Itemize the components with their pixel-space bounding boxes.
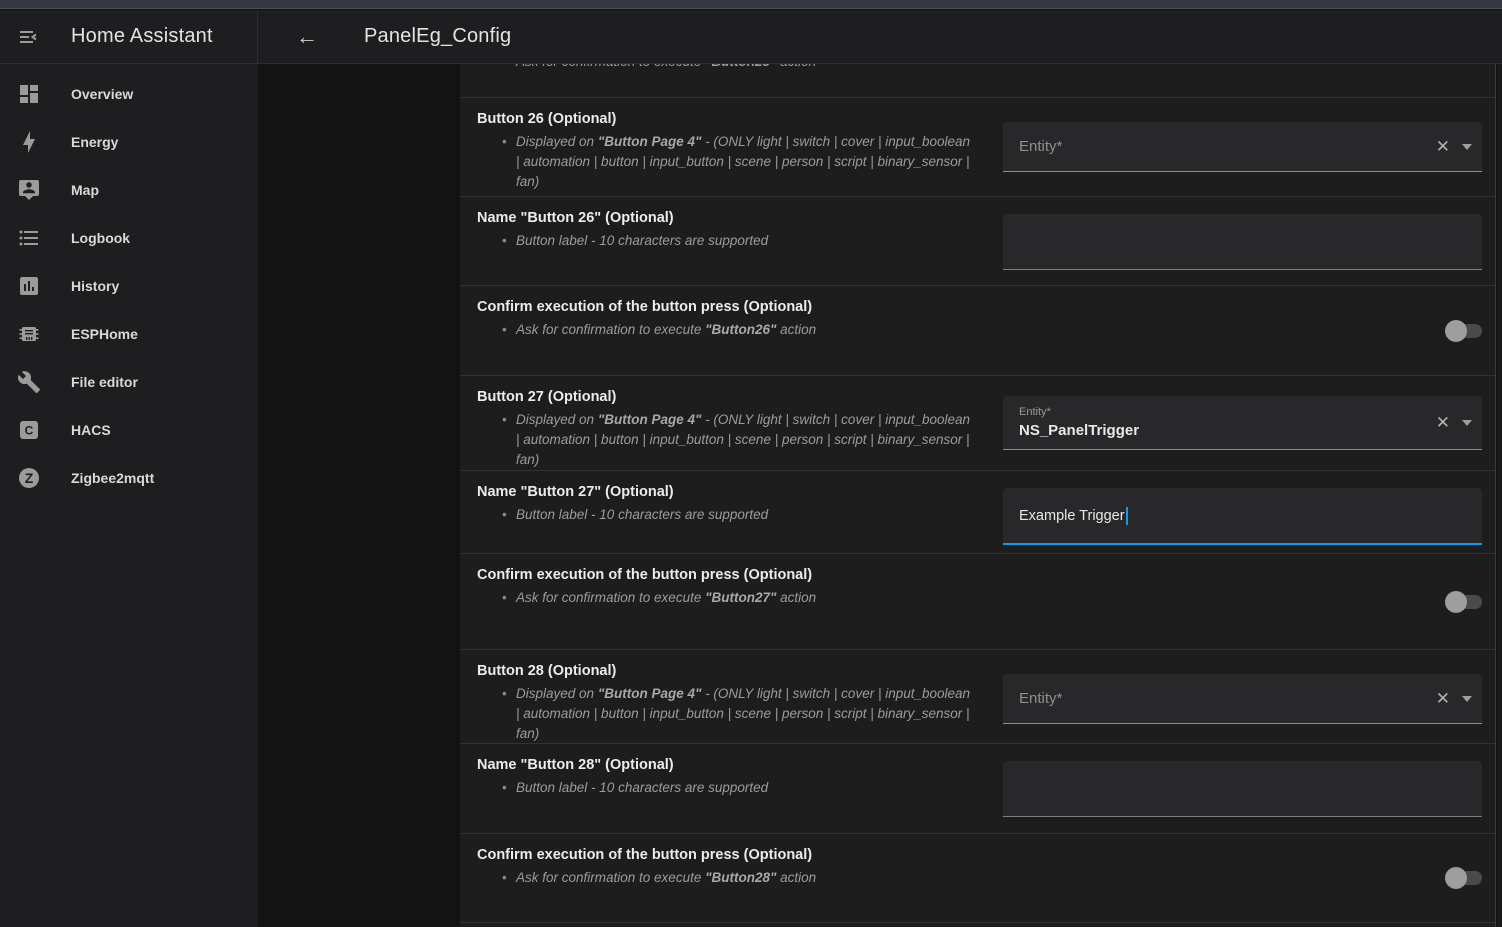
sidebar-item-label: Map: [71, 182, 99, 198]
sidebar: Overview Energy Map Logbook History: [0, 64, 258, 927]
sidebar-item-label: Overview: [71, 86, 133, 102]
field-title: Button 28 (Optional): [477, 662, 988, 681]
sidebar-header: Home Assistant: [0, 10, 258, 63]
field-description: •Displayed on "Button Page 4" - (ONLY li…: [516, 684, 974, 743]
confirm-toggle[interactable]: [1445, 590, 1482, 614]
page-header: ← PanelEg_Config: [258, 10, 1502, 63]
view-dashboard-icon: [17, 82, 41, 106]
field-title: Name "Button 27" (Optional): [477, 483, 988, 502]
sidebar-item-label: Energy: [71, 134, 118, 150]
field-title: Confirm execution of the button press (O…: [477, 298, 988, 317]
config-row-confirm28: Confirm execution of the button press (O…: [460, 833, 1495, 922]
name-input-value: Example Trigger: [1019, 508, 1125, 524]
field-description: •Button label - 10 characters are suppor…: [516, 778, 974, 798]
sidebar-item-overview[interactable]: Overview: [0, 70, 258, 118]
clear-icon[interactable]: ✕: [1434, 135, 1452, 159]
name-input[interactable]: [1003, 214, 1482, 270]
field-description: •Button label - 10 characters are suppor…: [516, 231, 974, 251]
entity-select[interactable]: Entity* ✕: [1003, 674, 1482, 724]
field-description: •Ask for confirmation to execute "Button…: [516, 320, 974, 340]
config-row-confirm26: Confirm execution of the button press (O…: [460, 285, 1495, 375]
entity-select[interactable]: Entity* ✕: [1003, 122, 1482, 172]
field-title: Confirm execution of the button press (O…: [477, 566, 988, 585]
config-page: Ask for confirmation to execute "Button2…: [258, 64, 1502, 927]
svg-text:Z: Z: [25, 470, 34, 486]
back-arrow-icon[interactable]: ←: [296, 26, 318, 48]
sidebar-item-label: History: [71, 278, 119, 294]
entity-select[interactable]: Entity* NS_PanelTrigger ✕: [1003, 396, 1482, 450]
sidebar-item-map[interactable]: Map: [0, 166, 258, 214]
chart-box-icon: [17, 274, 41, 298]
lightning-bolt-icon: [17, 130, 41, 154]
field-description: •Ask for confirmation to execute "Button…: [516, 588, 974, 608]
wrench-icon: [17, 370, 41, 394]
sidebar-item-label: File editor: [71, 374, 138, 390]
scrollbar-gutter[interactable]: [1497, 64, 1502, 927]
menu-open-icon[interactable]: [17, 25, 41, 49]
entity-value: NS_PanelTrigger: [1019, 421, 1139, 440]
clear-icon[interactable]: ✕: [1434, 411, 1452, 435]
sidebar-item-logbook[interactable]: Logbook: [0, 214, 258, 262]
hacs-icon: C: [17, 418, 41, 442]
confirm-toggle[interactable]: [1445, 319, 1482, 343]
app-header: Home Assistant ← PanelEg_Config: [0, 10, 1502, 64]
app-title: Home Assistant: [71, 25, 213, 48]
sidebar-item-label: ESPHome: [71, 326, 138, 342]
confirm-toggle[interactable]: [1445, 866, 1482, 890]
sidebar-item-label: HACS: [71, 422, 111, 438]
field-description: •Ask for confirmation to execute "Button…: [516, 868, 974, 888]
clear-icon[interactable]: ✕: [1434, 687, 1452, 711]
svg-text:C: C: [25, 424, 34, 438]
config-row-clipped: Ask for confirmation to execute "Button2…: [460, 64, 1495, 97]
sidebar-item-energy[interactable]: Energy: [0, 118, 258, 166]
config-row-button28: Button 28 (Optional) •Displayed on "Butt…: [460, 649, 1495, 743]
window-top-strip: [0, 0, 1502, 9]
field-title: Name "Button 26" (Optional): [477, 209, 988, 228]
config-row-button27: Button 27 (Optional) •Displayed on "Butt…: [460, 375, 1495, 470]
entity-float-label: Entity*: [1019, 406, 1139, 419]
entity-placeholder: Entity*: [1019, 138, 1062, 155]
sidebar-item-hacs[interactable]: C HACS: [0, 406, 258, 454]
sidebar-item-history[interactable]: History: [0, 262, 258, 310]
field-title: Button 26 (Optional): [477, 110, 988, 129]
text-cursor: [1126, 507, 1128, 525]
config-row-confirm27: Confirm execution of the button press (O…: [460, 553, 1495, 649]
home-assistant-app: Home Assistant ← PanelEg_Config Overview…: [0, 0, 1502, 927]
chip-icon: [17, 322, 41, 346]
tooltip-account-icon: [17, 178, 41, 202]
list-bulleted-icon: [17, 226, 41, 250]
field-title: Confirm execution of the button press (O…: [477, 846, 988, 865]
field-description: Ask for confirmation to execute "Button2…: [516, 64, 1216, 72]
field-title: Button 27 (Optional): [477, 388, 988, 407]
name-input[interactable]: [1003, 761, 1482, 817]
sidebar-item-zigbee2mqtt[interactable]: Z Zigbee2mqtt: [0, 454, 258, 502]
sidebar-item-file-editor[interactable]: File editor: [0, 358, 258, 406]
config-row-name28: Name "Button 28" (Optional) •Button labe…: [460, 743, 1495, 833]
field-title: Name "Button 28" (Optional): [477, 756, 988, 775]
chevron-down-icon[interactable]: [1462, 420, 1472, 426]
chevron-down-icon[interactable]: [1462, 696, 1472, 702]
chevron-down-icon[interactable]: [1462, 144, 1472, 150]
field-description: •Displayed on "Button Page 4" - (ONLY li…: [516, 410, 974, 470]
sidebar-item-esphome[interactable]: ESPHome: [0, 310, 258, 358]
sidebar-item-label: Zigbee2mqtt: [71, 470, 154, 486]
sidebar-item-label: Logbook: [71, 230, 130, 246]
config-row-name27: Name "Button 27" (Optional) •Button labe…: [460, 470, 1495, 553]
field-description: •Displayed on "Button Page 4" - (ONLY li…: [516, 132, 974, 192]
page-title: PanelEg_Config: [364, 25, 511, 48]
field-description: •Button label - 10 characters are suppor…: [516, 505, 974, 525]
config-row-button26: Button 26 (Optional) •Displayed on "Butt…: [460, 97, 1495, 196]
config-row-next-sliver: [460, 922, 1495, 927]
name-input[interactable]: Example Trigger: [1003, 488, 1482, 545]
config-row-name26: Name "Button 26" (Optional) •Button labe…: [460, 196, 1495, 285]
entity-placeholder: Entity*: [1019, 690, 1062, 707]
zigbee-icon: Z: [17, 466, 41, 490]
config-card: Ask for confirmation to execute "Button2…: [460, 64, 1496, 927]
